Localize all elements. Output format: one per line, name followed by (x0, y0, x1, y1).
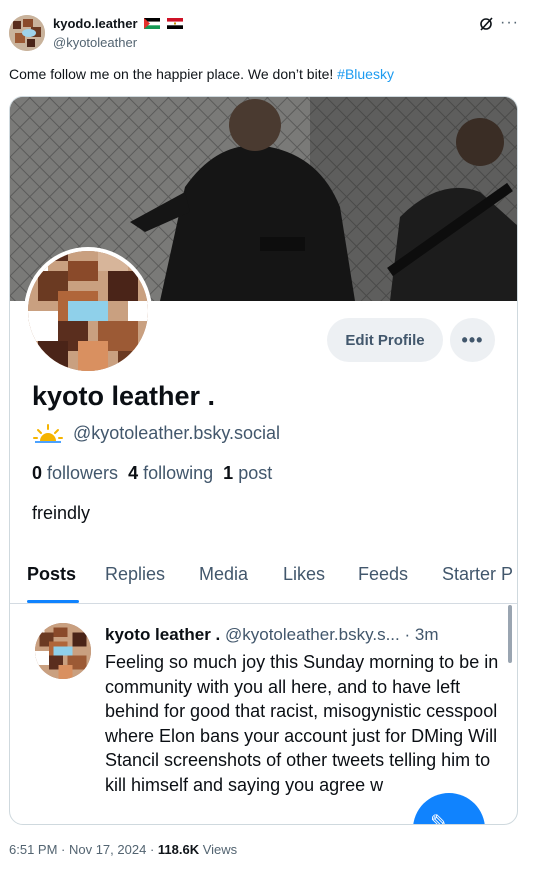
tab-posts[interactable]: Posts (27, 564, 76, 585)
post-author-handle[interactable]: @kyotoleather.bsky.s... (225, 625, 400, 644)
author-avatar[interactable] (9, 15, 45, 51)
author-name-text[interactable]: kyodo.leather (53, 16, 138, 31)
tweet-text-body: Come follow me on the happier place. We … (9, 66, 334, 82)
tab-feeds[interactable]: Feeds (358, 564, 408, 585)
following-label[interactable]: following (143, 463, 213, 483)
post-author-name[interactable]: kyoto leather . (105, 625, 220, 644)
tab-likes[interactable]: Likes (283, 564, 325, 585)
post-header: kyoto leather . @kyotoleather.bsky.s... … (105, 625, 438, 645)
post-age: · 3m (404, 625, 439, 644)
sun-icon (33, 424, 63, 443)
active-tab-indicator (27, 600, 79, 603)
bluesky-post[interactable]: kyoto leather . @kyotoleather.bsky.s... … (10, 605, 517, 825)
profile-bio: freindly (32, 503, 91, 523)
footer-separator: · (149, 842, 155, 857)
followers-label[interactable]: followers (47, 463, 118, 483)
tweet-footer: 6:51 PM · Nov 17, 2024 · 118.6K Views (9, 842, 237, 857)
profile-more-button[interactable]: ••• (450, 318, 495, 362)
profile-stats: 0 followers 4 following 1 post (32, 463, 272, 484)
views-count: 118.6K (157, 842, 200, 857)
tweet-timestamp[interactable]: 6:51 PM · Nov 17, 2024 (9, 842, 146, 857)
profile-avatar[interactable] (24, 247, 152, 375)
post-body: Feeling so much joy this Sunday morning … (105, 652, 499, 795)
more-icon[interactable]: ··· (500, 15, 518, 32)
author-handle[interactable]: @kyotoleather (53, 35, 137, 50)
tweet-media-image[interactable]: Edit Profile ••• kyoto leather . @kyotol… (9, 96, 518, 825)
tab-media[interactable]: Media (199, 564, 248, 585)
profile-tabs: Posts Replies Media Likes Feeds Starter … (10, 552, 517, 604)
posts-label: post (238, 463, 273, 483)
tweet-text: Come follow me on the happier place. We … (9, 66, 394, 82)
compose-icon: ✎ (430, 810, 449, 825)
profile-display-name: kyoto leather . (32, 381, 216, 411)
scrollbar[interactable] (508, 605, 512, 663)
edit-profile-button[interactable]: Edit Profile (327, 318, 443, 362)
followers-count[interactable]: 0 (32, 463, 42, 483)
following-count[interactable]: 4 (128, 463, 138, 483)
compose-button[interactable] (413, 793, 485, 824)
author-name[interactable]: kyodo.leather (53, 16, 183, 31)
egypt-flag-icon (166, 18, 183, 29)
tab-replies[interactable]: Replies (105, 564, 165, 585)
post-avatar[interactable] (35, 623, 91, 679)
hashtag-link[interactable]: #Bluesky (337, 66, 394, 82)
views-label: Views (202, 842, 238, 857)
palestine-flag-icon (144, 18, 161, 29)
profile-handle: @kyotoleather.bsky.social (73, 423, 281, 443)
posts-count: 1 (223, 463, 234, 483)
tab-starter-packs[interactable]: Starter P (442, 564, 513, 585)
tweet-header: kyodo.leather @kyotoleather ··· (0, 0, 536, 60)
grok-icon[interactable] (478, 16, 494, 32)
